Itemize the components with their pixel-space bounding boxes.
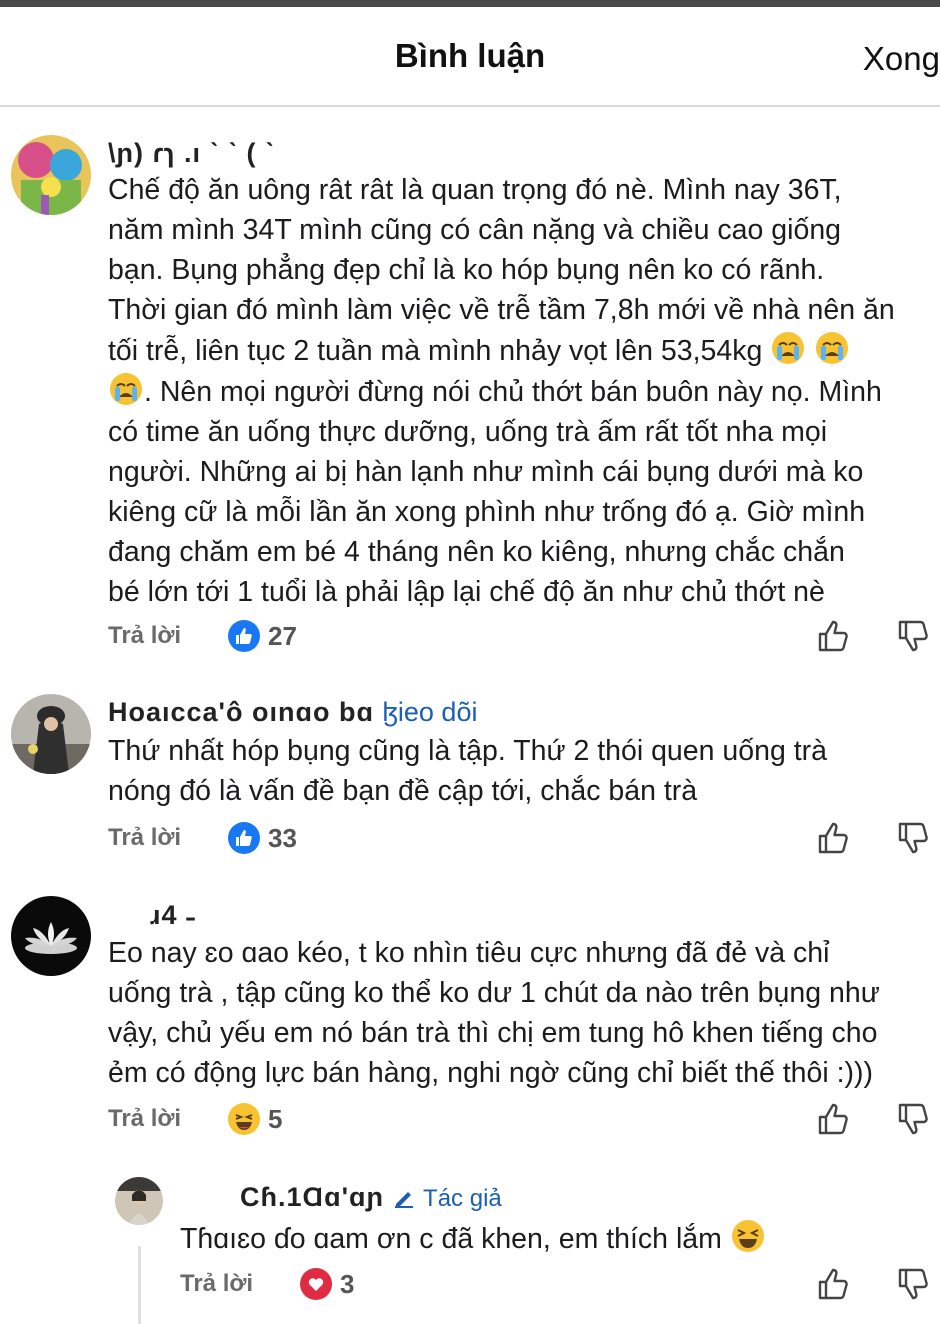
reaction-summary[interactable]: 5 bbox=[228, 1099, 282, 1139]
author-badge: Tác giả bbox=[423, 1185, 502, 1212]
comment-line-with-emoji: tối trễ, liên tục 2 tuần mà mình nhảy vọ… bbox=[108, 330, 940, 371]
comments-header: Bình luận Xong bbox=[0, 7, 940, 107]
reaction-count: 27 bbox=[268, 620, 297, 651]
like-reaction-icon bbox=[228, 620, 260, 652]
comment-author-name[interactable]: \ɲ) ɾɿ .ı ˋ ˋ ( ˋ bbox=[108, 138, 275, 169]
laughing-face-emoji-icon bbox=[731, 1220, 764, 1252]
comment-line: Tɦɑıɛo ɗo ɑam ơn c đã khen, em thích lắm bbox=[180, 1223, 722, 1255]
page-title: Bình luận bbox=[394, 37, 546, 74]
comment-line: bé lớn tới 1 tuổi là phải lập lại chế độ… bbox=[108, 576, 825, 608]
avatar[interactable] bbox=[11, 694, 91, 774]
reply-button[interactable]: Trả lời bbox=[108, 622, 181, 650]
comment-line: có time ăn uống thực dưỡng, uống trà ấm … bbox=[108, 416, 828, 448]
avatar[interactable] bbox=[11, 135, 91, 215]
comment-line: ẻm có động lực bán hàng, nghi ngờ cũng c… bbox=[108, 1057, 873, 1089]
thumbs-down-icon[interactable] bbox=[896, 1101, 932, 1137]
reaction-count: 3 bbox=[340, 1268, 355, 1299]
follow-link[interactable]: ɮieo dõi bbox=[382, 697, 477, 727]
thumbs-up-icon[interactable] bbox=[816, 820, 852, 856]
reply-button[interactable]: Trả lời bbox=[108, 1105, 181, 1133]
reaction-count: 5 bbox=[268, 1103, 283, 1134]
thumbs-up-icon[interactable] bbox=[816, 618, 852, 654]
comment-line: vậy, chủ yếu em nó bán trà thì chị em tu… bbox=[108, 1017, 878, 1049]
comment-line: bạn. Bụng phẳng đẹp chỉ là ko hóp bụng n… bbox=[108, 254, 825, 286]
crying-face-emoji-icon bbox=[772, 332, 805, 364]
comment-line: Thời gian đó mình làm việc về trễ tầm 7,… bbox=[108, 294, 895, 326]
comment-line: đang chăm em bé 4 tháng nên ko kiêng, nh… bbox=[108, 536, 845, 568]
pencil-icon bbox=[394, 1192, 413, 1208]
crying-face-emoji-icon bbox=[816, 332, 849, 364]
comment-author-name[interactable]: Hoaıcca'ô oınɑo bɑ ɮieo dõi bbox=[108, 697, 477, 728]
reaction-summary[interactable]: 27 bbox=[228, 616, 297, 656]
reaction-summary[interactable]: 3 bbox=[300, 1264, 354, 1304]
thumbs-down-icon[interactable] bbox=[896, 1266, 932, 1302]
top-edge-bar bbox=[0, 0, 940, 7]
avatar[interactable] bbox=[11, 896, 91, 976]
comment-text: Chế độ ăn uông rât rât là quan trọng đó … bbox=[108, 170, 940, 612]
haha-reaction-icon bbox=[228, 1103, 260, 1135]
author-name-text: Cɦ.1Ɑɑ'ɑɲ bbox=[240, 1182, 385, 1212]
comment-author-name[interactable]: ɹ4 ˗ bbox=[150, 900, 196, 931]
comment-actions: Trả lời 5 bbox=[108, 1099, 940, 1139]
thumbs-down-icon[interactable] bbox=[896, 618, 932, 654]
comment-line: Eo nay ɛo ɑao kéo, t ko nhìn tiêu cực nh… bbox=[108, 937, 830, 969]
reply-button[interactable]: Trả lời bbox=[108, 824, 181, 852]
avatar[interactable] bbox=[115, 1177, 163, 1225]
comment-line: Chế độ ăn uông rât rât là quan trọng đó … bbox=[108, 174, 842, 206]
comment-text: Tɦɑıɛo ɗo ɑam ơn c đã khen, em thích lắm bbox=[180, 1218, 940, 1259]
comment-line: uống trà , tập cũng ko thể ko dư 1 chút … bbox=[108, 977, 880, 1009]
comment-line: Thứ nhất hóp bụng cũng là tập. Thứ 2 thó… bbox=[108, 735, 827, 767]
comment-text: Thứ nhất hóp bụng cũng là tập. Thứ 2 thó… bbox=[108, 731, 940, 811]
reply-thread-line bbox=[138, 1246, 141, 1324]
done-button[interactable]: Xong bbox=[863, 40, 940, 78]
comment-actions: Trả lời 3 bbox=[180, 1264, 940, 1304]
comment-line: người. Những ai bị hàn lạnh như mình cái… bbox=[108, 456, 864, 488]
comment-line: năm mình 34T mình cũng có cân nặng và ch… bbox=[108, 214, 842, 246]
comment-line-with-emoji: Tɦɑıɛo ɗo ɑam ơn c đã khen, em thích lắm bbox=[180, 1218, 940, 1259]
like-reaction-icon bbox=[228, 822, 260, 854]
comment-text: Eo nay ɛo ɑao kéo, t ko nhìn tiêu cực nh… bbox=[108, 933, 940, 1093]
comment-line: . Nên mọi người đừng nói chủ thớt bán bu… bbox=[144, 376, 882, 408]
reaction-summary[interactable]: 33 bbox=[228, 818, 297, 858]
thumbs-up-icon[interactable] bbox=[816, 1266, 852, 1302]
comment-actions: Trả lời 27 bbox=[108, 616, 940, 656]
reaction-count: 33 bbox=[268, 822, 297, 853]
comment-line: kiêng cữ là mỗi lần ăn xong phình như tr… bbox=[108, 496, 866, 528]
thumbs-down-icon[interactable] bbox=[896, 820, 932, 856]
crying-face-emoji-icon bbox=[110, 373, 142, 405]
comment-author-name[interactable]: Cɦ.1Ɑɑ'ɑɲ Tác giả bbox=[240, 1182, 502, 1213]
comment-line: tối trễ, liên tục 2 tuần mà mình nhảy vọ… bbox=[108, 335, 763, 367]
comment-actions: Trả lời 33 bbox=[108, 818, 940, 858]
comment-line-with-emoji: . Nên mọi người đừng nói chủ thớt bán bu… bbox=[108, 371, 940, 412]
reply-button[interactable]: Trả lời bbox=[180, 1270, 253, 1298]
comment-line: nóng đó là vấn đề bạn đề cập tới, chắc b… bbox=[108, 775, 698, 807]
love-reaction-icon bbox=[300, 1268, 332, 1300]
thumbs-up-icon[interactable] bbox=[816, 1101, 852, 1137]
author-name-text: Hoaıcca'ô oınɑo bɑ bbox=[108, 697, 374, 727]
